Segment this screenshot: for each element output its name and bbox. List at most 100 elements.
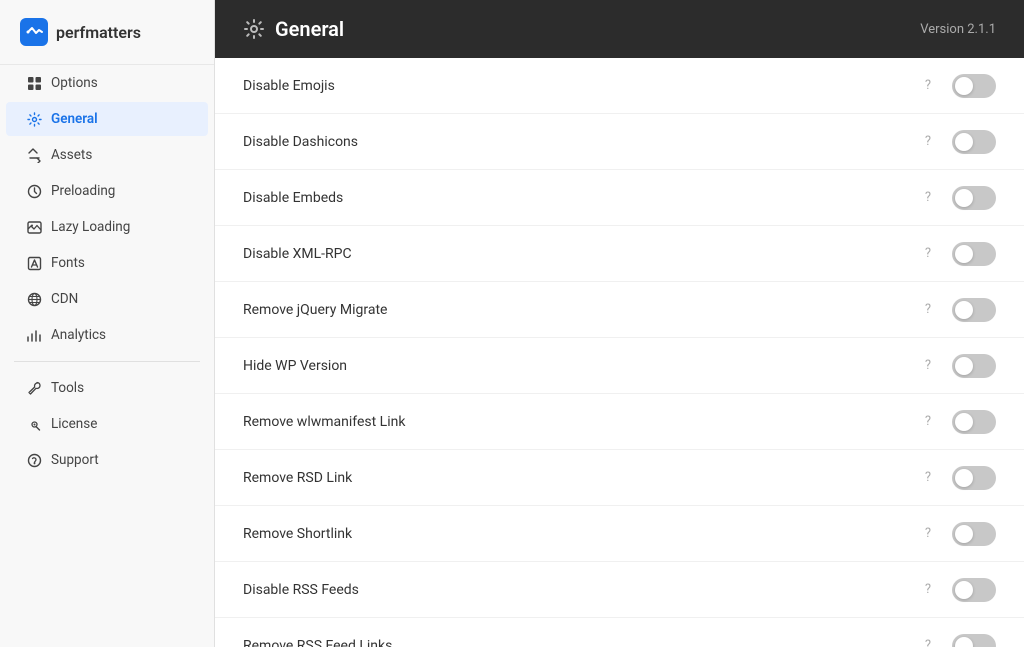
sidebar-item-preloading[interactable]: Preloading: [6, 174, 208, 208]
lazy-loading-label: Lazy Loading: [51, 219, 130, 235]
setting-row-remove-jquery-migrate: Remove jQuery Migrate ?: [215, 282, 1024, 338]
disable-emojis-help[interactable]: ?: [918, 76, 938, 96]
sidebar-item-general[interactable]: General: [6, 102, 208, 136]
setting-row-hide-wp-version: Hide WP Version ?: [215, 338, 1024, 394]
settings-content: Disable Emojis ? Disable Dashicons ? Dis…: [215, 58, 1024, 647]
disable-dashicons-help[interactable]: ?: [918, 132, 938, 152]
disable-rss-feeds-toggle[interactable]: [952, 578, 996, 602]
sidebar-item-tools[interactable]: Tools: [6, 371, 208, 405]
disable-rss-feeds-label: Disable RSS Feeds: [243, 582, 918, 598]
hide-wp-version-label: Hide WP Version: [243, 358, 918, 374]
sidebar-divider: [14, 361, 200, 362]
remove-jquery-migrate-label: Remove jQuery Migrate: [243, 302, 918, 318]
disable-xml-rpc-toggle[interactable]: [952, 242, 996, 266]
general-icon: [26, 111, 42, 127]
preloading-icon: [26, 183, 42, 199]
main-header: General Version 2.1.1: [215, 0, 1024, 58]
disable-emojis-slider: [952, 74, 996, 98]
remove-rss-feed-links-slider: [952, 634, 996, 647]
remove-wlwmanifest-link-help[interactable]: ?: [918, 412, 938, 432]
setting-row-remove-rss-feed-links: Remove RSS Feed Links ?: [215, 618, 1024, 647]
setting-row-remove-shortlink: Remove Shortlink ?: [215, 506, 1024, 562]
setting-row-remove-wlwmanifest-link: Remove wlwmanifest Link ?: [215, 394, 1024, 450]
sidebar: perfmatters Options General: [0, 0, 215, 647]
support-label: Support: [51, 452, 99, 468]
remove-rss-feed-links-label: Remove RSS Feed Links: [243, 638, 918, 647]
remove-wlwmanifest-link-slider: [952, 410, 996, 434]
setting-row-disable-dashicons: Disable Dashicons ?: [215, 114, 1024, 170]
header-left: General: [243, 17, 344, 41]
remove-wlwmanifest-link-label: Remove wlwmanifest Link: [243, 414, 918, 430]
setting-row-disable-embeds: Disable Embeds ?: [215, 170, 1024, 226]
tools-icon: [26, 380, 42, 396]
remove-rsd-link-slider: [952, 466, 996, 490]
sidebar-item-support[interactable]: Support: [6, 443, 208, 477]
setting-row-remove-rsd-link: Remove RSD Link ?: [215, 450, 1024, 506]
sidebar-item-lazy-loading[interactable]: Lazy Loading: [6, 210, 208, 244]
logo-area: perfmatters: [0, 0, 214, 65]
setting-row-disable-emojis: Disable Emojis ?: [215, 58, 1024, 114]
disable-embeds-slider: [952, 186, 996, 210]
disable-rss-feeds-help[interactable]: ?: [918, 580, 938, 600]
remove-rss-feed-links-help[interactable]: ?: [918, 636, 938, 647]
perfmatters-logo-icon: [20, 18, 48, 46]
disable-emojis-toggle[interactable]: [952, 74, 996, 98]
options-label: Options: [51, 75, 98, 91]
license-icon: [26, 416, 42, 432]
app-name: perfmatters: [56, 23, 141, 42]
disable-embeds-toggle[interactable]: [952, 186, 996, 210]
hide-wp-version-toggle[interactable]: [952, 354, 996, 378]
remove-jquery-migrate-toggle[interactable]: [952, 298, 996, 322]
disable-embeds-help[interactable]: ?: [918, 188, 938, 208]
remove-shortlink-help[interactable]: ?: [918, 524, 938, 544]
disable-emojis-label: Disable Emojis: [243, 78, 918, 94]
cdn-label: CDN: [51, 291, 78, 307]
support-icon: [26, 452, 42, 468]
version-label: Version 2.1.1: [920, 22, 996, 37]
general-label: General: [51, 111, 98, 127]
disable-xml-rpc-slider: [952, 242, 996, 266]
remove-wlwmanifest-link-toggle[interactable]: [952, 410, 996, 434]
remove-rsd-link-help[interactable]: ?: [918, 468, 938, 488]
main-panel: General Version 2.1.1 Disable Emojis ? D…: [215, 0, 1024, 647]
disable-embeds-label: Disable Embeds: [243, 190, 918, 206]
page-title: General: [275, 17, 344, 41]
remove-rsd-link-label: Remove RSD Link: [243, 470, 918, 486]
lazy-loading-icon: [26, 219, 42, 235]
setting-row-disable-xml-rpc: Disable XML-RPC ?: [215, 226, 1024, 282]
remove-shortlink-slider: [952, 522, 996, 546]
remove-rss-feed-links-toggle[interactable]: [952, 634, 996, 647]
sidebar-item-options[interactable]: Options: [6, 66, 208, 100]
remove-rsd-link-toggle[interactable]: [952, 466, 996, 490]
disable-rss-feeds-slider: [952, 578, 996, 602]
cdn-icon: [26, 291, 42, 307]
sidebar-item-license[interactable]: License: [6, 407, 208, 441]
analytics-label: Analytics: [51, 327, 106, 343]
tools-label: Tools: [51, 380, 84, 396]
disable-dashicons-slider: [952, 130, 996, 154]
general-header-icon: [243, 18, 265, 40]
disable-dashicons-label: Disable Dashicons: [243, 134, 918, 150]
remove-jquery-migrate-slider: [952, 298, 996, 322]
remove-shortlink-toggle[interactable]: [952, 522, 996, 546]
hide-wp-version-help[interactable]: ?: [918, 356, 938, 376]
assets-label: Assets: [51, 147, 92, 163]
sidebar-item-assets[interactable]: Assets: [6, 138, 208, 172]
hide-wp-version-slider: [952, 354, 996, 378]
remove-jquery-migrate-help[interactable]: ?: [918, 300, 938, 320]
fonts-label: Fonts: [51, 255, 85, 271]
remove-shortlink-label: Remove Shortlink: [243, 526, 918, 542]
fonts-icon: [26, 255, 42, 271]
sidebar-item-cdn[interactable]: CDN: [6, 282, 208, 316]
sidebar-item-analytics[interactable]: Analytics: [6, 318, 208, 352]
disable-xml-rpc-help[interactable]: ?: [918, 244, 938, 264]
assets-icon: [26, 147, 42, 163]
setting-row-disable-rss-feeds: Disable RSS Feeds ?: [215, 562, 1024, 618]
disable-dashicons-toggle[interactable]: [952, 130, 996, 154]
disable-xml-rpc-label: Disable XML-RPC: [243, 246, 918, 262]
grid-icon: [26, 75, 42, 91]
sidebar-item-fonts[interactable]: Fonts: [6, 246, 208, 280]
analytics-icon: [26, 327, 42, 343]
license-label: License: [51, 416, 97, 432]
preloading-label: Preloading: [51, 183, 115, 199]
